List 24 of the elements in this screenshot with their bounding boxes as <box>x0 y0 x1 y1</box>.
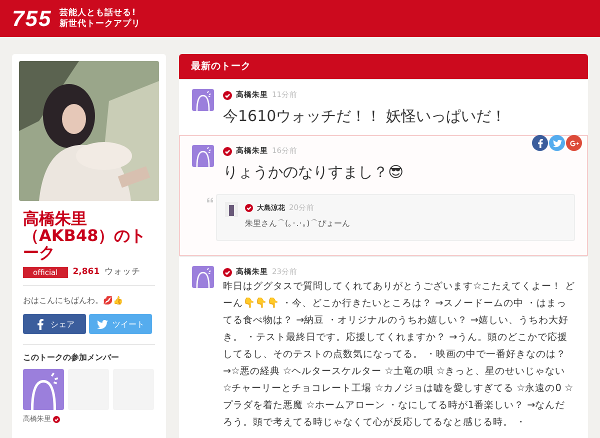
watch-label: ウォッチ <box>104 266 141 278</box>
avatar-icon <box>192 266 214 288</box>
watch-count: 2,861 <box>72 267 100 277</box>
facebook-icon[interactable] <box>532 135 548 151</box>
bio-text: おはこんにちばんわ。💋👍 <box>23 295 124 306</box>
avatar-icon <box>23 369 64 410</box>
post-text: 今1610ウォッチだ！！ 妖怪いっぱいだ！ <box>223 106 507 126</box>
facebook-share-button[interactable]: シェア <box>23 314 86 334</box>
post-text: りょうかのなりすまし？😎 <box>223 162 405 182</box>
reply-text: 朱里さん⌒(｡･.･｡)⌒ぴょーん <box>245 218 351 229</box>
facebook-icon <box>34 318 46 330</box>
logo[interactable]: 755 <box>12 6 52 32</box>
tagline: 芸能人とも話せる! <box>60 8 137 18</box>
avatar-icon <box>225 202 238 217</box>
members-heading: このトークの参加メンバー <box>23 352 120 363</box>
avatar-icon <box>192 145 214 167</box>
tagline: 新世代トークアプリ <box>60 18 141 30</box>
quote-icon <box>207 197 213 203</box>
panel-heading: 最新のトーク <box>179 54 588 79</box>
avatar-icon <box>192 89 214 111</box>
google-plus-icon[interactable] <box>566 135 582 151</box>
bird-icon <box>96 318 108 330</box>
post-text: 昨日はググタスで質問してくれてありがとうございます☆こたえてくよー！ どーん👇👇👇 ・今、どこか行きたいところは？ →スノードームの中 ・はまってる食べ物は？ →納豆 ・オリジナルのうちわ嬉しい？ →嬉しい、うちわ大好き。 ・テスト最終日です。応援してくれますか？ →うん。頭のどこかで応援してるし、そのテストの点数気になってる。 ・映画の中で一番好きなのは？ →☆悪の経典 ☆ヘルタースケルター ☆土竜の唄 ☆きっと、星のせいじゃない ☆チャーリーとチョコレート工場 ☆カノジョは嘘を愛しすぎてる ☆永遠の0 ☆プラダを着た悪魔 ☆ホームアローン ・なにしてる時が1番楽しい？ →なんだろう。頭で考えてる時じゃなくて心が反応してるなと感じる時。 ・ <box>223 280 575 430</box>
talk-title: 高橋朱里（AKB48）のトーク <box>23 210 148 261</box>
